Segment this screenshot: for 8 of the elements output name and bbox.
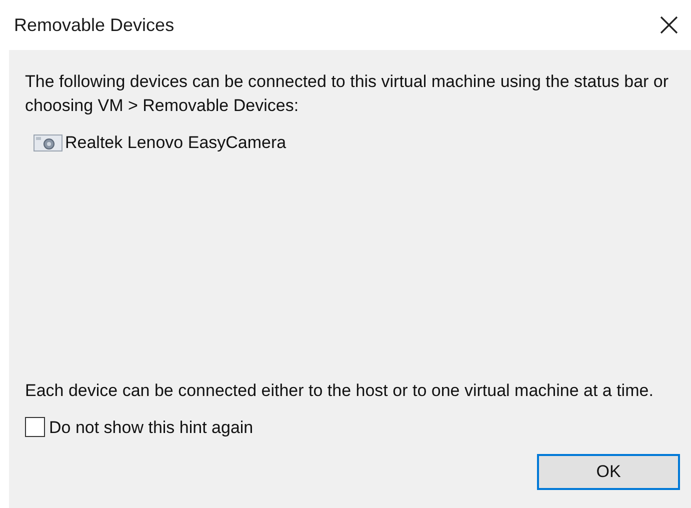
intro-text: The following devices can be connected to this virtual machine using the status bar or choosing VM > Removable Devices: (25, 71, 670, 117)
checkbox-label[interactable]: Do not show this hint again (49, 414, 254, 440)
camera-icon (33, 132, 63, 153)
checkbox[interactable] (25, 417, 45, 438)
ok-button[interactable]: OK (537, 454, 680, 490)
window-title: Removable Devices (14, 14, 174, 36)
note-text: Each device can be connected either to the host or to one virtual machine at a time. (25, 380, 654, 402)
device-item[interactable]: Realtek Lenovo EasyCamera (65, 130, 286, 156)
